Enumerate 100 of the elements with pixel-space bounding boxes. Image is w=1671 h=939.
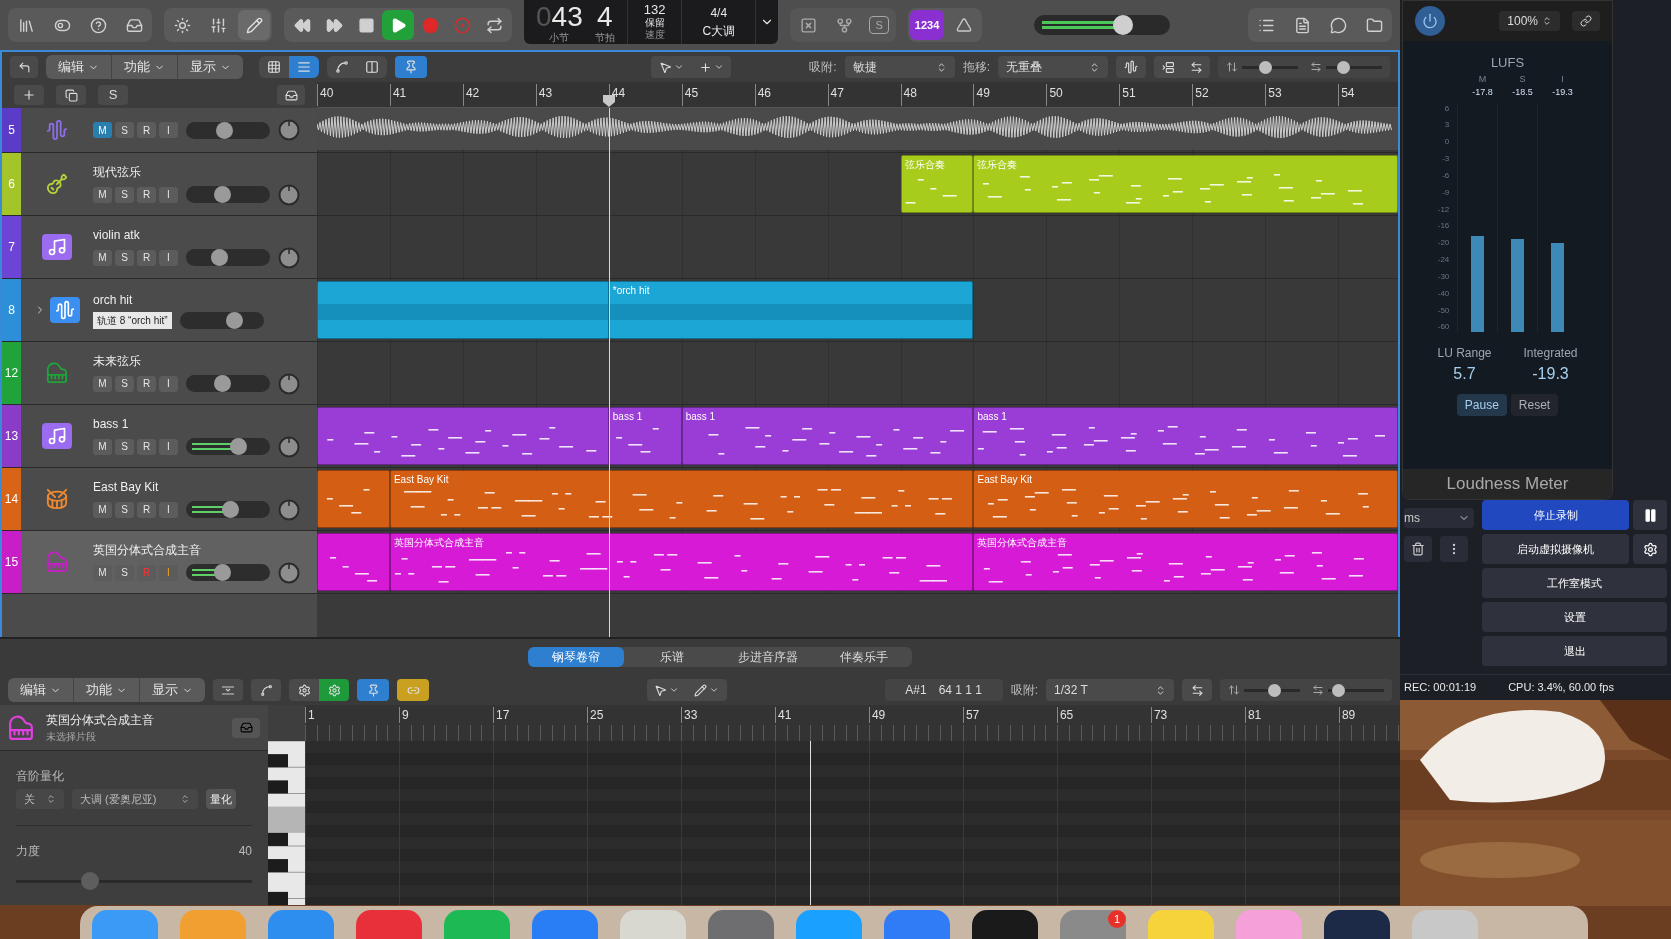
track-number: 6 bbox=[2, 153, 21, 215]
track-toggle[interactable]: I bbox=[159, 249, 178, 266]
mode-select[interactable]: 关 bbox=[16, 789, 64, 809]
delay-select[interactable]: ms bbox=[1404, 508, 1474, 528]
scale-label: 0 bbox=[1444, 137, 1450, 147]
timeline-ruler[interactable]: 40 41 42 43 44 45 46 47 48 49 50 51 52 53 54 bbox=[317, 82, 1398, 108]
bar-number: 42 bbox=[462, 84, 480, 106]
menu-button[interactable]: 功能 bbox=[74, 678, 140, 702]
track-toggle[interactable]: I bbox=[159, 122, 178, 138]
track-header[interactable]: 5 M S R I bbox=[2, 108, 317, 152]
menu-button[interactable]: 编辑 bbox=[8, 678, 74, 702]
track-toggle[interactable]: M bbox=[93, 564, 112, 581]
track-number: 12 bbox=[2, 342, 21, 404]
menu-button[interactable]: 编辑 bbox=[46, 55, 112, 79]
drag-select[interactable]: 无重叠 bbox=[998, 56, 1108, 78]
track-toggle[interactable]: I bbox=[159, 186, 178, 203]
track-toggle[interactable]: S bbox=[115, 249, 134, 266]
track-toggle[interactable]: M bbox=[93, 438, 112, 455]
menu-button[interactable]: 显示 bbox=[140, 678, 205, 702]
scale-label: -60 bbox=[1437, 322, 1450, 332]
track-toggle[interactable]: R bbox=[137, 501, 156, 518]
track-header[interactable]: 6 现代弦乐 M S R I bbox=[2, 153, 317, 215]
meter-button[interactable]: Reset bbox=[1510, 393, 1559, 416]
app-icon[interactable]: 1 bbox=[1060, 910, 1126, 939]
control-button[interactable]: 工作室模式 bbox=[1482, 568, 1667, 598]
track-toggle[interactable]: M bbox=[93, 501, 112, 518]
snap-select[interactable]: 敏捷 bbox=[844, 56, 955, 78]
track-name: violin atk bbox=[93, 226, 141, 244]
track-toggle[interactable]: I bbox=[159, 564, 178, 581]
control-button[interactable]: 退出 bbox=[1482, 636, 1667, 666]
track-toggle[interactable]: S bbox=[115, 501, 134, 518]
cpu-status: CPU: 3.4%, 60.00 fps bbox=[1508, 680, 1614, 696]
bar-number: 65 bbox=[1056, 707, 1074, 723]
bar-number: 1 bbox=[305, 707, 315, 723]
track-toggle[interactable]: I bbox=[159, 501, 178, 518]
track-toggle[interactable]: M bbox=[93, 249, 112, 266]
section-label: 音阶量化 bbox=[16, 768, 65, 785]
unit-label: LUFS bbox=[1490, 54, 1525, 72]
midi-region[interactable]: 英国分体式合成主音 bbox=[389, 533, 974, 591]
lcd-display[interactable]: 043 小节 4 节拍 132 保留 速度 4/4 C大调 bbox=[524, 0, 779, 44]
midi-region[interactable]: bass 1 bbox=[608, 407, 682, 465]
track-toggle[interactable]: S bbox=[115, 122, 134, 138]
midi-region[interactable]: bass 1 bbox=[681, 407, 974, 465]
control-button[interactable]: 设置 bbox=[1482, 602, 1667, 632]
global-solo-button[interactable]: S bbox=[98, 85, 128, 105]
column-label: I bbox=[1561, 72, 1564, 86]
track-toggle[interactable]: R bbox=[137, 438, 156, 455]
quantize-button[interactable]: 量化 bbox=[206, 789, 236, 809]
track-name: bass 1 bbox=[93, 415, 130, 433]
track-toggle[interactable]: S bbox=[115, 186, 134, 203]
track-header[interactable]: 13 bass 1 M S R I bbox=[2, 405, 317, 467]
midi-region[interactable]: East Bay Kit bbox=[389, 470, 974, 528]
bar-number: 33 bbox=[680, 707, 698, 723]
track-header[interactable]: 14 East Bay Kit M S R I bbox=[2, 468, 317, 530]
editor-tab[interactable]: 步进音序器 bbox=[720, 647, 816, 667]
solo-mode-button[interactable]: S bbox=[869, 16, 890, 34]
delay-unit: ms bbox=[1404, 510, 1420, 527]
rec-time: REC: 00:01:19 bbox=[1404, 680, 1477, 696]
track-toggle[interactable]: I bbox=[159, 438, 178, 455]
lcd-label: 节拍 bbox=[594, 32, 615, 43]
track-toggle[interactable]: S bbox=[115, 564, 134, 581]
stat-label: LU Range bbox=[1437, 344, 1492, 362]
midi-region[interactable]: bass 1 bbox=[973, 407, 1398, 465]
scale-label: -20 bbox=[1437, 238, 1450, 248]
track-toggle[interactable]: R bbox=[137, 122, 156, 138]
menu-button[interactable]: 显示 bbox=[178, 55, 243, 79]
column-label: S bbox=[1519, 72, 1526, 86]
track-toggle[interactable]: M bbox=[93, 122, 112, 138]
track-toggle[interactable]: M bbox=[93, 186, 112, 203]
count-in-button[interactable]: 1234 bbox=[910, 10, 945, 40]
track-header[interactable]: 7 violin atk M S R I bbox=[2, 216, 317, 278]
region-status: 未选择片段 bbox=[46, 730, 97, 744]
midi-region[interactable]: 英国分体式合成主音 bbox=[973, 533, 1398, 591]
scale-label: -40 bbox=[1437, 288, 1450, 298]
meter-button[interactable]: Pause bbox=[1456, 393, 1507, 416]
midi-region[interactable]: East Bay Kit bbox=[973, 470, 1398, 528]
editor-tab[interactable]: 钢琴卷帘 bbox=[528, 647, 624, 667]
editor-tab[interactable]: 伴奏乐手 bbox=[816, 647, 912, 667]
track-header[interactable]: 12 未来弦乐 M S R I bbox=[2, 342, 317, 404]
menu-button[interactable]: 功能 bbox=[112, 55, 178, 79]
track-toggle[interactable]: R bbox=[137, 249, 156, 266]
editor-tab[interactable]: 乐谱 bbox=[624, 647, 720, 667]
scale-select[interactable]: 大调 (爱奥尼亚) bbox=[72, 789, 198, 809]
scale-label: -30 bbox=[1437, 271, 1450, 281]
bar-number: 47 bbox=[827, 84, 844, 106]
control-button[interactable]: 启动虚拟摄像机 bbox=[1482, 534, 1629, 564]
track-toggle[interactable]: M bbox=[93, 375, 112, 392]
bar-number: 43 bbox=[535, 84, 553, 106]
track-toggle[interactable]: R bbox=[137, 375, 156, 392]
track-toggle[interactable]: I bbox=[159, 375, 178, 392]
control-button[interactable]: 停止录制 bbox=[1482, 500, 1629, 530]
scale-label: -16 bbox=[1437, 221, 1450, 231]
track-header[interactable]: 8 orch hit 轨道 8 “orch hit” bbox=[2, 279, 317, 341]
track-header[interactable]: 15 英国分体式合成主音 M S R I bbox=[2, 531, 317, 593]
track-toggle[interactable]: S bbox=[115, 438, 134, 455]
zoom-select[interactable]: 100% bbox=[1499, 11, 1560, 31]
track-toggle[interactable]: S bbox=[115, 375, 134, 392]
snap-select[interactable]: 1/32 T bbox=[1046, 679, 1174, 701]
editor-ruler[interactable]: 1 9 17 25 33 41 49 57 65 73 81 89 bbox=[305, 705, 1400, 741]
track-toggle[interactable]: R bbox=[137, 186, 156, 203]
